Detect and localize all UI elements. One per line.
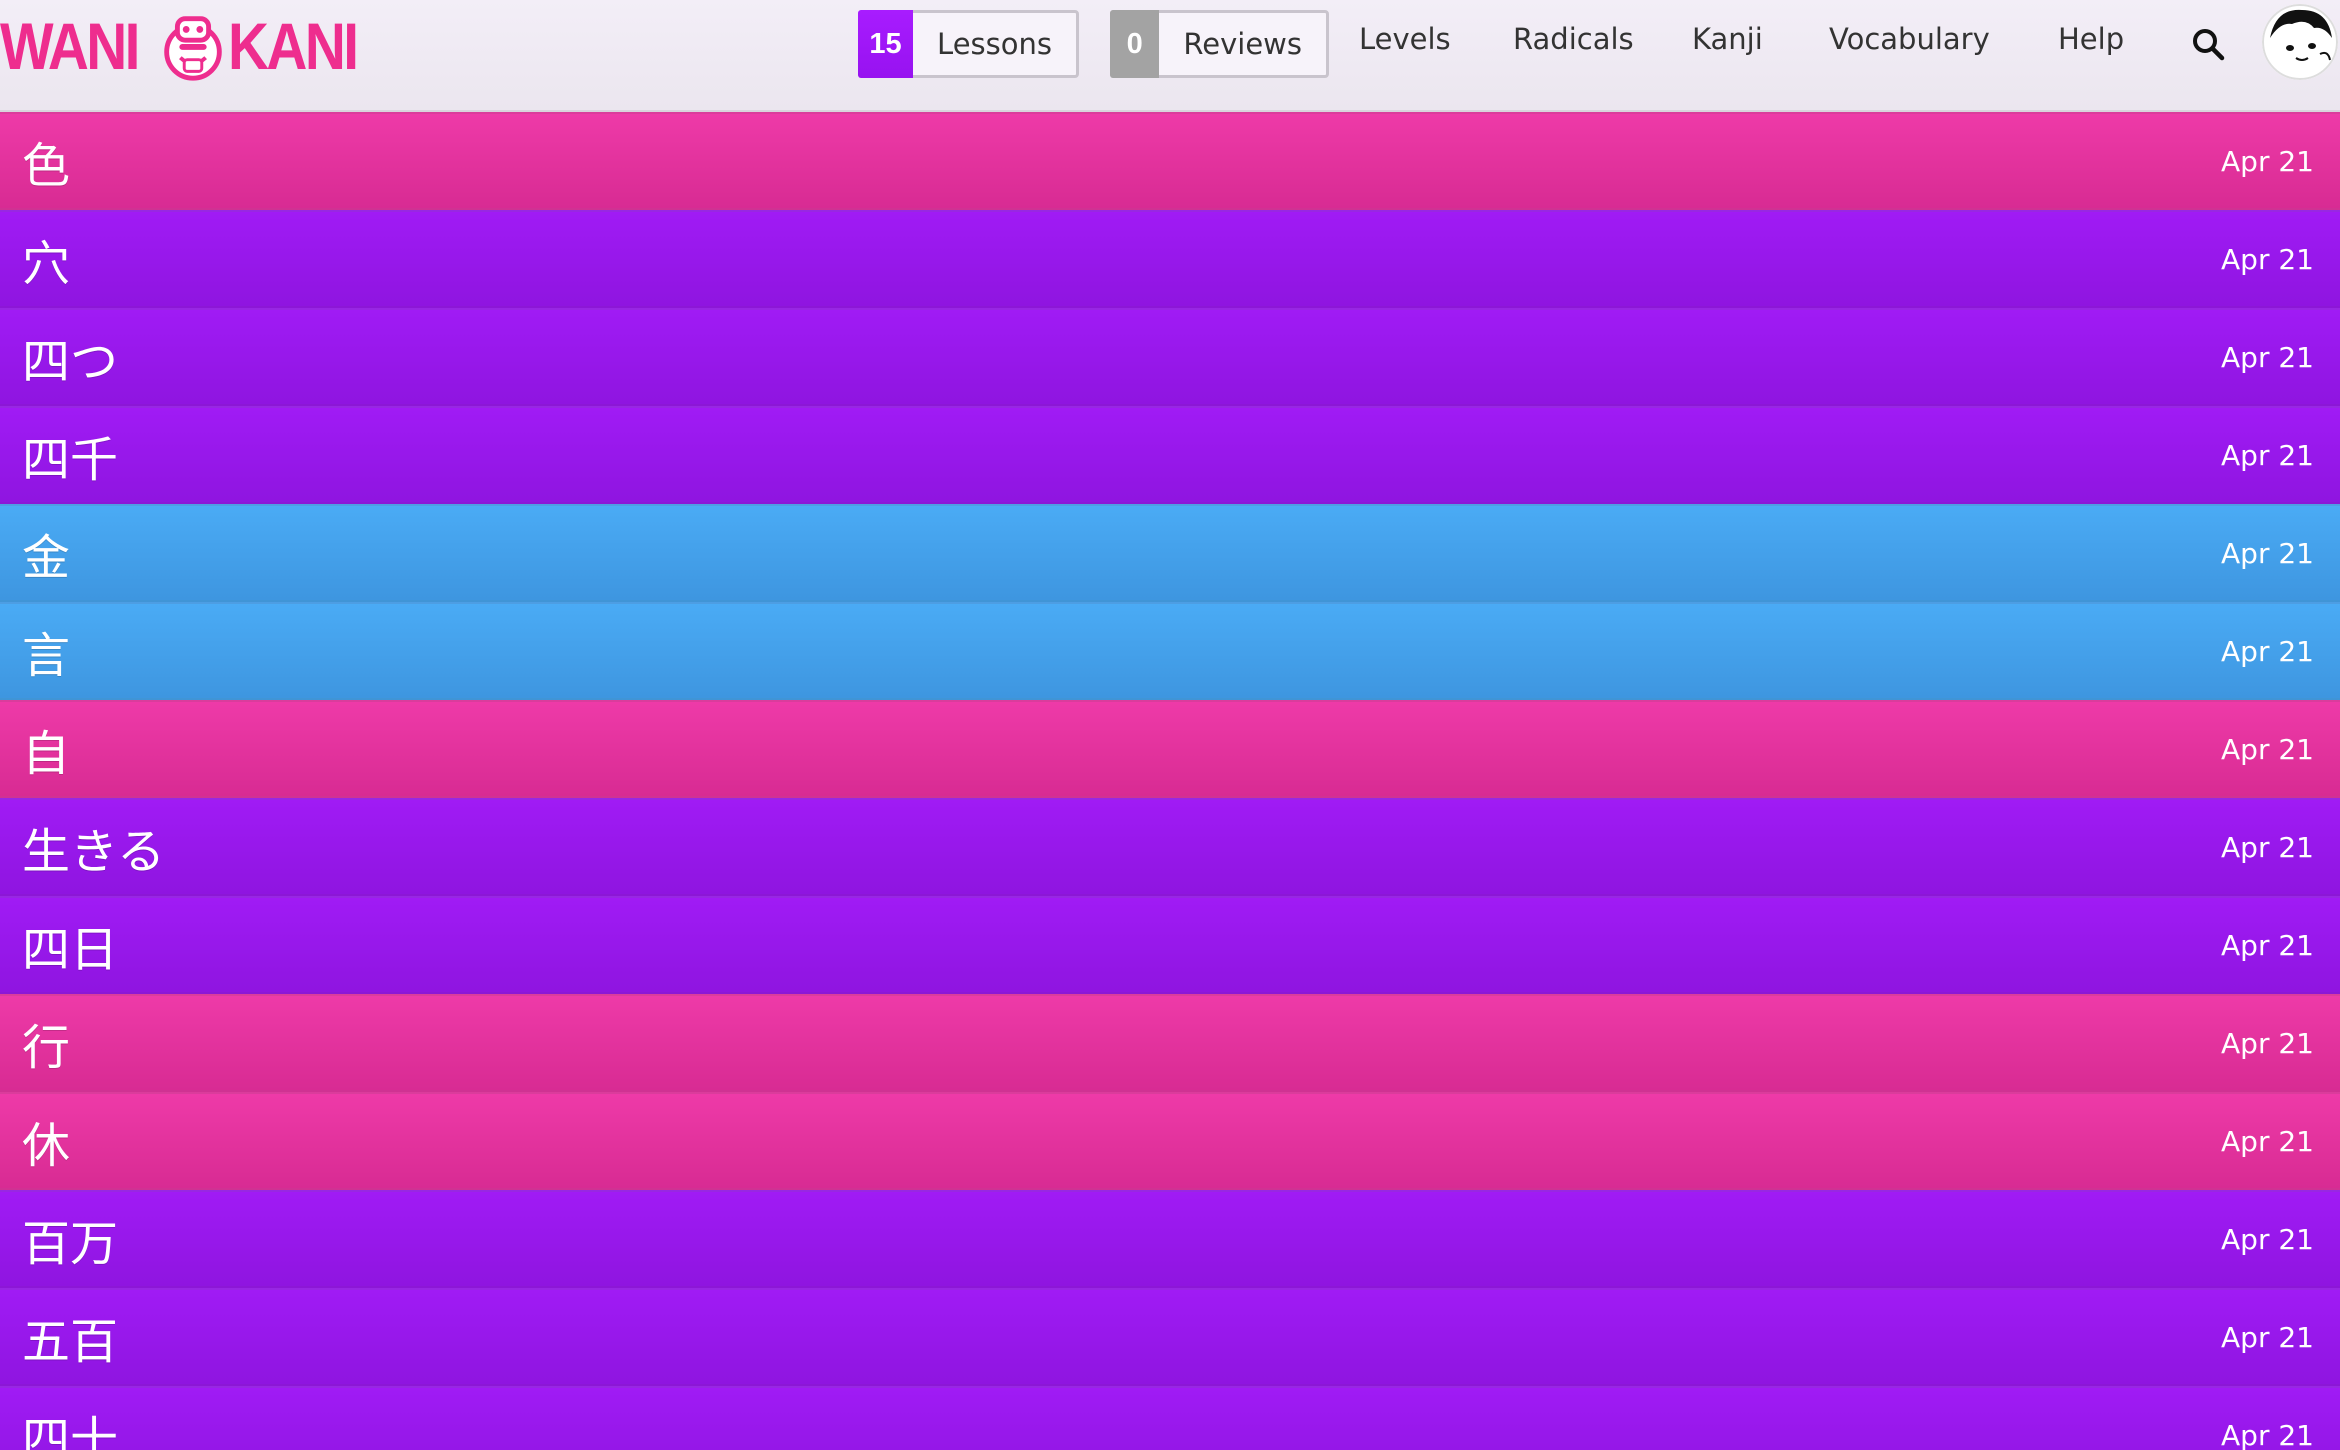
item-characters: 休 — [22, 1118, 71, 1174]
item-date: Apr 21 — [2221, 536, 2314, 570]
item-row[interactable]: 金 Apr 21 — [0, 504, 2340, 602]
item-characters: 行 — [22, 1020, 71, 1076]
top-navigation-bar: WANI KANI 15 Lessons 0 Reviews Levels Ra… — [0, 0, 2340, 112]
item-row[interactable]: 四つ Apr 21 — [0, 308, 2340, 406]
item-characters: 生きる — [22, 824, 166, 880]
item-date: Apr 21 — [2221, 1418, 2314, 1450]
item-row[interactable]: 五百 Apr 21 — [0, 1288, 2340, 1386]
item-date: Apr 21 — [2221, 340, 2314, 374]
item-date: Apr 21 — [2221, 634, 2314, 668]
item-row[interactable]: 言 Apr 21 — [0, 602, 2340, 700]
reviews-label: Reviews — [1183, 27, 1302, 61]
reviews-count-badge: 0 — [1110, 10, 1160, 78]
item-date: Apr 21 — [2221, 1026, 2314, 1060]
item-date: Apr 21 — [2221, 928, 2314, 962]
wanikani-logo[interactable]: WANI KANI — [0, 6, 378, 86]
item-date: Apr 21 — [2221, 830, 2314, 864]
item-characters: 穴 — [22, 236, 71, 292]
lessons-button[interactable]: 15 Lessons — [858, 10, 1079, 78]
item-characters: 百万 — [22, 1216, 119, 1272]
item-characters: 自 — [22, 726, 71, 782]
item-date: Apr 21 — [2221, 1222, 2314, 1256]
item-row[interactable]: 生きる Apr 21 — [0, 798, 2340, 896]
reviews-button[interactable]: 0 Reviews — [1110, 10, 1329, 78]
item-row[interactable]: 穴 Apr 21 — [0, 210, 2340, 308]
nav-kanji-link[interactable]: Kanji — [1692, 22, 1763, 56]
item-row[interactable]: 行 Apr 21 — [0, 994, 2340, 1092]
nav-radicals-link[interactable]: Radicals — [1513, 22, 1634, 56]
crabigator-mascot-icon — [164, 16, 223, 81]
item-row[interactable]: 百万 Apr 21 — [0, 1190, 2340, 1288]
lessons-label: Lessons — [937, 27, 1052, 61]
logo-text-left: WANI — [0, 9, 140, 83]
item-characters: 色 — [22, 138, 71, 194]
item-date: Apr 21 — [2221, 1320, 2314, 1354]
item-row[interactable]: 四千 Apr 21 — [0, 406, 2340, 504]
nav-levels-link[interactable]: Levels — [1359, 22, 1451, 56]
nav-vocabulary-link[interactable]: Vocabulary — [1829, 22, 1990, 56]
item-characters: 言 — [22, 628, 71, 684]
item-characters: 五百 — [22, 1314, 119, 1370]
item-date: Apr 21 — [2221, 732, 2314, 766]
item-list: 色 Apr 21 穴 Apr 21 四つ Apr 21 四千 Apr 21 金 Apr 21 言 Ap… — [0, 112, 2340, 1450]
avatar-face-icon — [2262, 4, 2338, 80]
item-date: Apr 21 — [2221, 144, 2314, 178]
lessons-count-badge: 15 — [858, 10, 914, 78]
item-date: Apr 21 — [2221, 242, 2314, 276]
item-row[interactable]: 四日 Apr 21 — [0, 896, 2340, 994]
item-characters: 四日 — [22, 922, 119, 978]
item-row[interactable]: 四十 Apr 21 — [0, 1386, 2340, 1450]
item-date: Apr 21 — [2221, 1124, 2314, 1158]
item-characters: 四千 — [22, 432, 119, 488]
item-characters: 金 — [22, 530, 71, 586]
item-characters: 四十 — [22, 1412, 119, 1450]
logo-text-right: KANI — [228, 9, 359, 83]
item-characters: 四つ — [22, 334, 119, 390]
search-icon[interactable] — [2190, 26, 2228, 64]
item-row[interactable]: 色 Apr 21 — [0, 112, 2340, 210]
item-row[interactable]: 休 Apr 21 — [0, 1092, 2340, 1190]
item-row[interactable]: 自 Apr 21 — [0, 700, 2340, 798]
item-date: Apr 21 — [2221, 438, 2314, 472]
user-avatar[interactable] — [2262, 4, 2338, 80]
nav-help-link[interactable]: Help — [2058, 22, 2124, 56]
page: WANI KANI 15 Lessons 0 Reviews Levels Ra… — [0, 0, 2340, 1450]
